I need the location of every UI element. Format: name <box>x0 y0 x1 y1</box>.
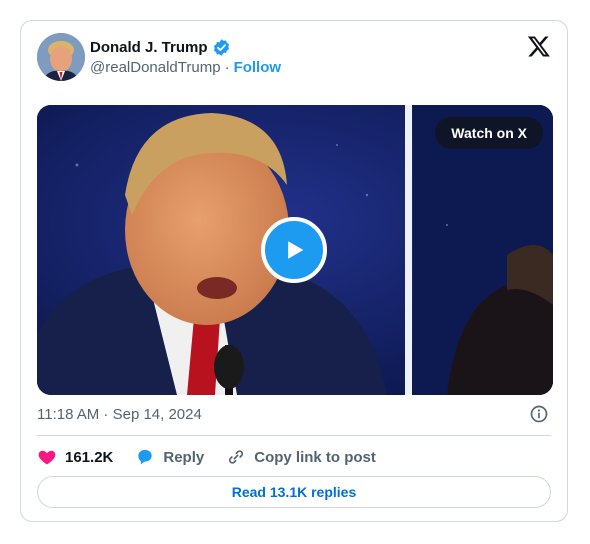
action-bar: 161.2K Reply Copy link to post <box>37 445 398 469</box>
copy-link-button[interactable]: Copy link to post <box>226 447 376 467</box>
handle-row: @realDonaldTrump · Follow <box>90 59 281 76</box>
watch-on-x-button[interactable]: Watch on X <box>435 117 543 149</box>
copy-link-label: Copy link to post <box>254 448 376 466</box>
verified-badge-icon <box>212 38 231 57</box>
reply-bubble-icon <box>138 449 153 465</box>
info-icon[interactable] <box>529 404 549 424</box>
like-count: 161.2K <box>65 448 114 466</box>
embedded-post-card: Donald J. Trump @realDonaldTrump · Follo… <box>20 20 568 522</box>
avatar[interactable] <box>37 33 85 81</box>
x-logo-icon[interactable] <box>527 34 551 58</box>
post-timestamp[interactable]: 11:18 AM · Sep 14, 2024 <box>37 406 202 423</box>
play-icon <box>288 241 304 259</box>
author-handle[interactable]: @realDonaldTrump <box>90 59 221 76</box>
divider <box>37 435 551 436</box>
reply-button[interactable]: Reply <box>135 447 204 467</box>
like-button[interactable]: 161.2K <box>37 447 113 467</box>
follow-button[interactable]: Follow <box>234 59 282 76</box>
video-player[interactable]: Watch on X <box>37 105 553 395</box>
author-name[interactable]: Donald J. Trump <box>90 39 208 56</box>
link-icon <box>229 450 244 464</box>
reply-label: Reply <box>163 448 205 466</box>
separator-dot: · <box>224 59 230 76</box>
author-name-row[interactable]: Donald J. Trump <box>90 38 231 57</box>
play-button[interactable] <box>261 217 327 283</box>
read-replies-button[interactable]: Read 13.1K replies <box>37 476 551 508</box>
heart-icon <box>38 450 56 465</box>
